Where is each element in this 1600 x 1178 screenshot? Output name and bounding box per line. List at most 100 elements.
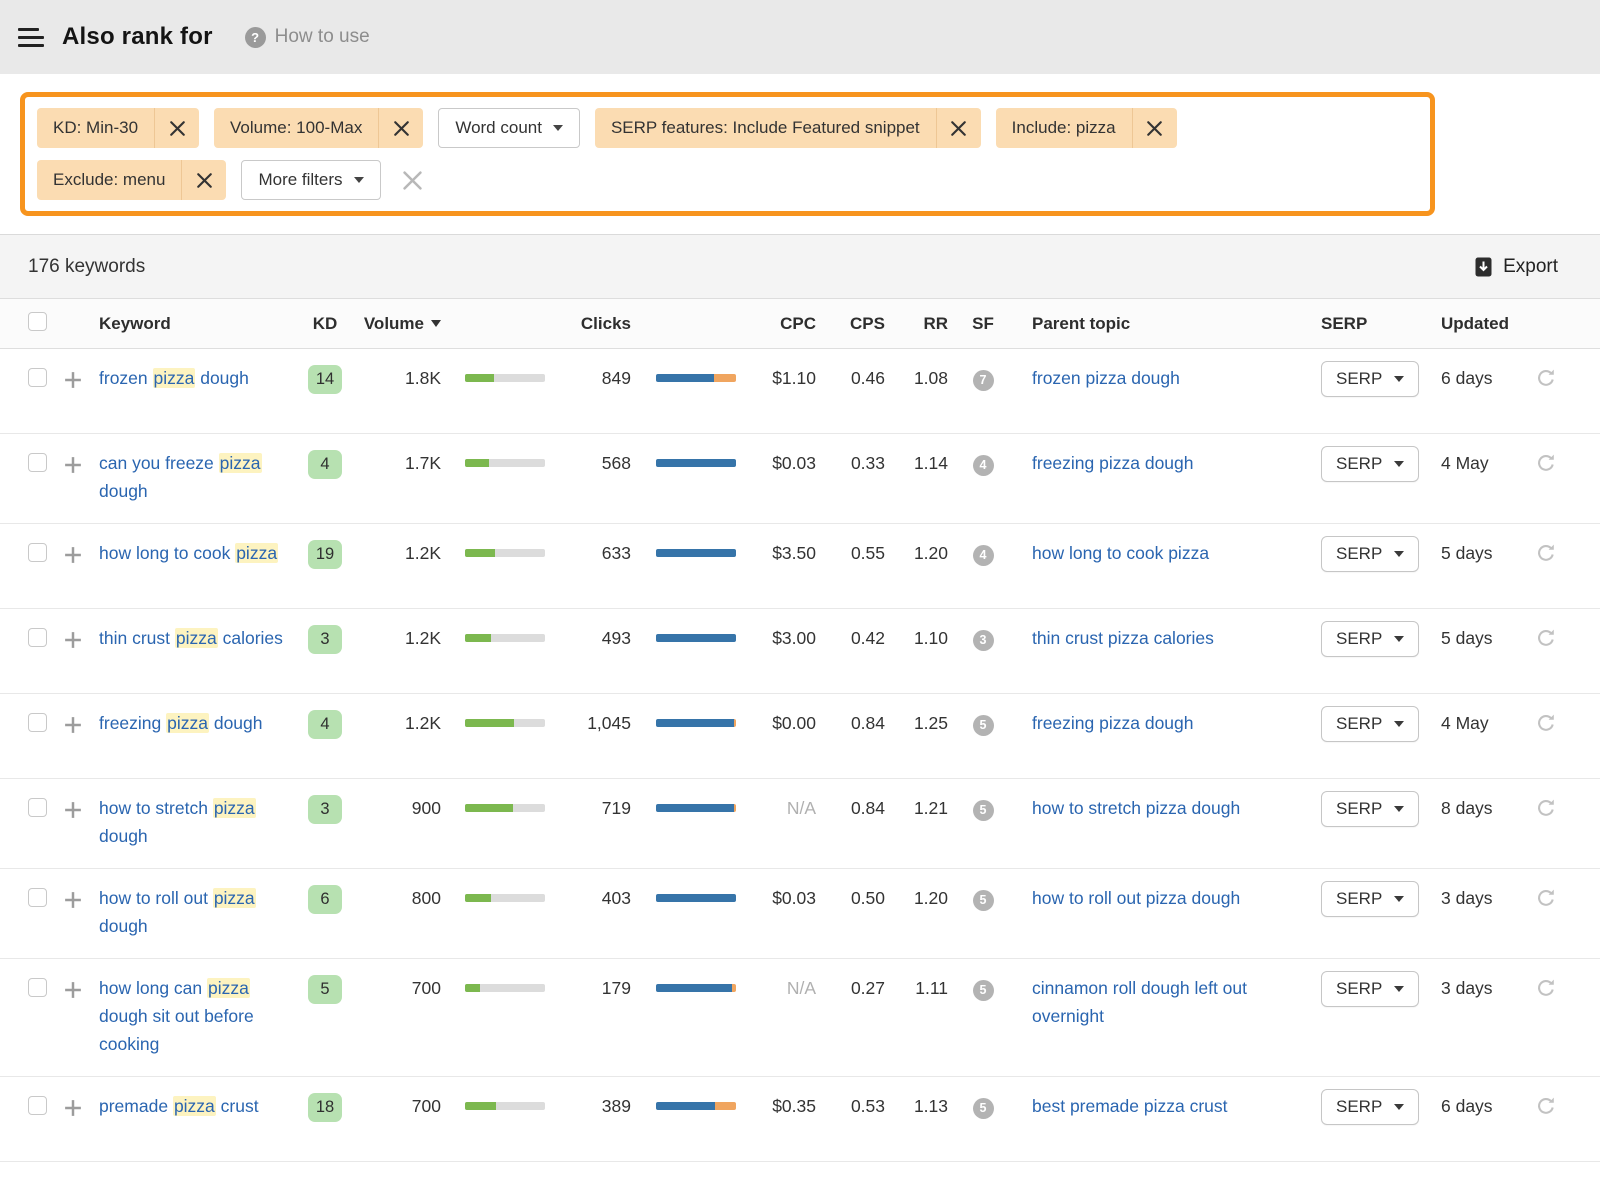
export-button[interactable]: Export — [1475, 256, 1572, 278]
add-keyword-icon[interactable] — [64, 454, 82, 482]
keyword-link[interactable]: freezing pizza dough — [99, 709, 263, 737]
sf-badge[interactable]: 7 — [973, 370, 994, 391]
sf-badge[interactable]: 5 — [973, 715, 994, 736]
serp-button[interactable]: SERP — [1321, 361, 1419, 397]
remove-filter-icon[interactable] — [936, 108, 981, 148]
parent-topic-link[interactable]: best premade pizza crust — [1032, 1092, 1248, 1120]
add-keyword-icon[interactable] — [64, 979, 82, 1007]
row-checkbox[interactable] — [28, 888, 47, 907]
keyword-link[interactable]: thin crust pizza calories — [99, 624, 283, 652]
sf-badge[interactable]: 3 — [973, 630, 994, 651]
column-parent-topic[interactable]: Parent topic — [1018, 314, 1321, 334]
parent-topic-link[interactable]: frozen pizza dough — [1032, 364, 1200, 392]
add-keyword-icon[interactable] — [64, 714, 82, 742]
keyword-link[interactable]: how long to cook pizza — [99, 539, 278, 567]
serp-button[interactable]: SERP — [1321, 791, 1419, 827]
add-keyword-icon[interactable] — [64, 1097, 82, 1125]
serp-button[interactable]: SERP — [1321, 621, 1419, 657]
add-keyword-icon[interactable] — [64, 629, 82, 657]
sf-badge[interactable]: 5 — [973, 800, 994, 821]
kd-badge: 6 — [308, 885, 342, 914]
filter-chip-label[interactable]: KD: Min-30 — [37, 108, 154, 148]
column-cpc[interactable]: CPC — [736, 314, 816, 334]
sf-badge[interactable]: 5 — [973, 980, 994, 1001]
serp-button[interactable]: SERP — [1321, 881, 1419, 917]
row-checkbox[interactable] — [28, 1096, 47, 1115]
refresh-icon[interactable] — [1536, 628, 1556, 656]
filter-chip-label[interactable]: Exclude: menu — [37, 160, 181, 200]
refresh-icon[interactable] — [1536, 543, 1556, 571]
remove-filter-icon[interactable] — [1132, 108, 1177, 148]
serp-button[interactable]: SERP — [1321, 706, 1419, 742]
column-updated[interactable]: Updated — [1441, 314, 1536, 334]
column-sf[interactable]: SF — [948, 314, 1018, 334]
serp-button[interactable]: SERP — [1321, 446, 1419, 482]
remove-filter-icon[interactable] — [378, 108, 423, 148]
chevron-down-icon — [1394, 376, 1404, 382]
column-keyword[interactable]: Keyword — [99, 314, 299, 334]
parent-topic-link[interactable]: freezing pizza dough — [1032, 449, 1214, 477]
keyword-link[interactable]: how to stretch pizza dough — [99, 794, 299, 850]
volume-bar — [465, 459, 545, 467]
sf-badge[interactable]: 4 — [973, 455, 994, 476]
add-keyword-icon[interactable] — [64, 889, 82, 917]
clicks-value: 719 — [545, 794, 631, 822]
add-keyword-icon[interactable] — [64, 544, 82, 572]
row-checkbox[interactable] — [28, 713, 47, 732]
keyword-link[interactable]: premade pizza crust — [99, 1092, 259, 1120]
add-keyword-icon[interactable] — [64, 369, 82, 397]
refresh-icon[interactable] — [1536, 888, 1556, 916]
column-volume[interactable]: Volume — [351, 314, 441, 334]
sf-badge[interactable]: 4 — [973, 545, 994, 566]
filter-dropdown-button[interactable]: Word count — [438, 108, 580, 148]
volume-value: 900 — [351, 794, 441, 822]
keyword-link[interactable]: frozen pizza dough — [99, 364, 249, 392]
row-checkbox[interactable] — [28, 543, 47, 562]
refresh-icon[interactable] — [1536, 713, 1556, 741]
row-checkbox[interactable] — [28, 978, 47, 997]
column-rr[interactable]: RR — [885, 314, 948, 334]
parent-topic-link[interactable]: freezing pizza dough — [1032, 709, 1214, 737]
keyword-link[interactable]: how long can pizza dough sit out before … — [99, 974, 299, 1058]
clear-filters-icon[interactable] — [398, 165, 428, 195]
keyword-link[interactable]: can you freeze pizza dough — [99, 449, 299, 505]
parent-topic-link[interactable]: thin crust pizza calories — [1032, 624, 1234, 652]
filter-chip-label[interactable]: SERP features: Include Featured snippet — [595, 108, 936, 148]
column-clicks[interactable]: Clicks — [545, 314, 631, 334]
row-checkbox[interactable] — [28, 628, 47, 647]
filter-dropdown-button[interactable]: More filters — [241, 160, 380, 200]
column-kd[interactable]: KD — [299, 314, 351, 334]
filter-chip-label[interactable]: Volume: 100-Max — [214, 108, 378, 148]
kd-badge: 19 — [308, 540, 342, 569]
parent-topic-link[interactable]: how to roll out pizza dough — [1032, 884, 1260, 912]
refresh-icon[interactable] — [1536, 368, 1556, 396]
sf-badge[interactable]: 5 — [973, 890, 994, 911]
row-checkbox[interactable] — [28, 453, 47, 472]
serp-button[interactable]: SERP — [1321, 1089, 1419, 1125]
parent-topic-link[interactable]: how long to cook pizza — [1032, 539, 1229, 567]
serp-button[interactable]: SERP — [1321, 536, 1419, 572]
sf-badge[interactable]: 5 — [973, 1098, 994, 1119]
row-checkbox[interactable] — [28, 798, 47, 817]
menu-icon[interactable] — [14, 24, 44, 51]
how-to-use-link[interactable]: How to use — [245, 26, 370, 48]
refresh-icon[interactable] — [1536, 453, 1556, 481]
clicks-bar — [656, 459, 736, 467]
parent-topic-link[interactable]: how to stretch pizza dough — [1032, 794, 1260, 822]
keyword-link[interactable]: how to roll out pizza dough — [99, 884, 299, 940]
volume-value: 700 — [351, 974, 441, 1002]
add-keyword-icon[interactable] — [64, 799, 82, 827]
filter-chip-label[interactable]: Include: pizza — [996, 108, 1132, 148]
select-all-checkbox[interactable] — [28, 312, 47, 331]
remove-filter-icon[interactable] — [181, 160, 226, 200]
row-checkbox[interactable] — [28, 368, 47, 387]
rr-value: 1.25 — [885, 709, 948, 737]
serp-button[interactable]: SERP — [1321, 971, 1419, 1007]
remove-filter-icon[interactable] — [154, 108, 199, 148]
refresh-icon[interactable] — [1536, 978, 1556, 1006]
refresh-icon[interactable] — [1536, 798, 1556, 826]
refresh-icon[interactable] — [1536, 1096, 1556, 1124]
parent-topic-link[interactable]: cinnamon roll dough left out overnight — [1032, 974, 1321, 1030]
cps-value: 0.55 — [816, 539, 885, 567]
column-cps[interactable]: CPS — [816, 314, 885, 334]
